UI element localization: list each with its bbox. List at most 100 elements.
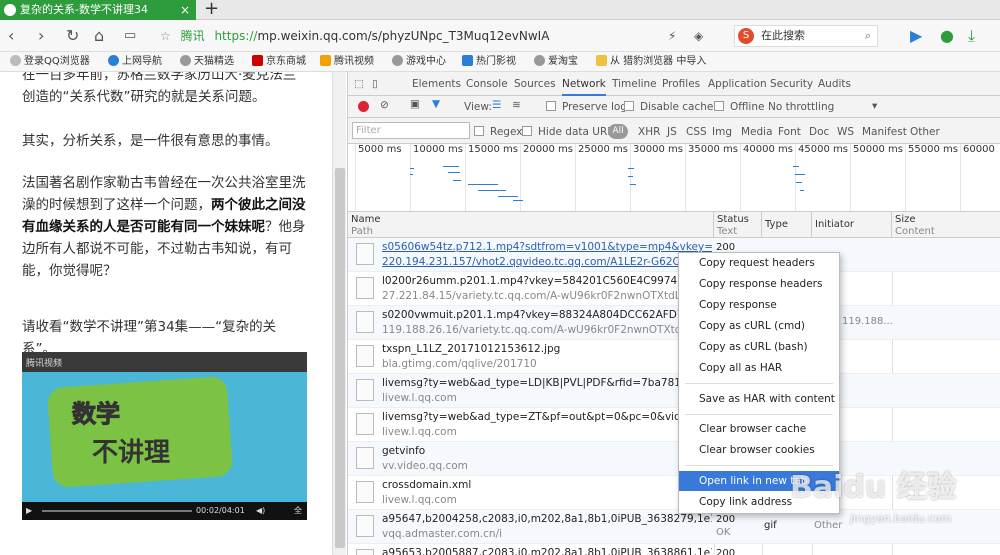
reload-icon[interactable]: ↻ xyxy=(66,26,79,45)
lightning-icon[interactable]: ⚡ xyxy=(668,29,676,43)
search-box[interactable]: S 在此搜索 ⌕ xyxy=(734,25,878,47)
filter-all[interactable]: All xyxy=(608,124,628,139)
table-row[interactable]: livemsg?ty=web&ad_type=LD|KB|PVL|PDF&rfi… xyxy=(348,374,1000,408)
requests-list: s05606w54tz.p712.1.mp4?sdtfrom=v1001&typ… xyxy=(348,238,1000,555)
camera-icon[interactable]: ▣ xyxy=(410,98,420,110)
device-icon[interactable]: ▯ xyxy=(372,72,378,96)
filter-manifest[interactable]: Manifest xyxy=(862,126,907,138)
browser-tab[interactable]: 复杂的关系-数学不讲理34 × xyxy=(0,0,196,20)
new-tab-button[interactable]: + xyxy=(204,0,219,19)
table-row[interactable]: l0200r26umm.p201.1.mp4?vkey=584201C560E4… xyxy=(348,272,1000,306)
home-icon[interactable]: ⌂ xyxy=(94,26,104,45)
star-icon[interactable]: ☆ xyxy=(160,29,171,43)
filter-js[interactable]: JS xyxy=(667,126,677,138)
chevron-down-icon[interactable]: ▾ xyxy=(872,100,877,112)
filter-css[interactable]: CSS xyxy=(686,126,707,138)
column-name[interactable]: Name Path xyxy=(348,212,714,238)
article-paragraph-3: 法国著名剧作家勒古韦曾经在一次公共浴室里洗澡的时候想到了这样一个问题，两个彼此之… xyxy=(22,175,306,279)
fullscreen-button[interactable]: 全 xyxy=(294,502,302,520)
timeline-tick: 15000 ms xyxy=(465,144,518,211)
table-row[interactable]: s0200vwmuit.p201.1.mp4?vkey=88324A804DCC… xyxy=(348,306,1000,340)
clear-icon[interactable]: ⊘ xyxy=(380,99,389,111)
offline-checkbox[interactable] xyxy=(714,101,724,111)
tab-elements[interactable]: Elements xyxy=(412,72,461,96)
user-icon xyxy=(10,55,21,66)
file-icon xyxy=(356,481,374,503)
tab-network[interactable]: Network xyxy=(562,72,606,96)
table-row[interactable]: s05606w54tz.p712.1.mp4?sdtfrom=v1001&typ… xyxy=(348,238,1000,272)
record-icon[interactable] xyxy=(358,101,369,112)
bookmark-tencent-video[interactable]: 腾讯视频 xyxy=(320,52,374,72)
inspect-icon[interactable]: ⬚ xyxy=(354,72,364,96)
bookmark-qq-login[interactable]: 登录QQ浏览器 xyxy=(10,52,90,72)
bookmarks-icon[interactable]: ▭ xyxy=(124,28,136,43)
column-size[interactable]: Size Content xyxy=(892,212,1000,238)
filter-other[interactable]: Other xyxy=(910,126,940,138)
page-scrollbar[interactable] xyxy=(332,72,346,555)
chat-icon[interactable]: ● xyxy=(940,26,954,45)
progress-bar[interactable] xyxy=(42,510,192,512)
disable-cache-checkbox[interactable] xyxy=(624,101,634,111)
tab-sources[interactable]: Sources xyxy=(514,72,556,96)
video-player[interactable]: 腾讯视频 数学 不讲理 ▶ 00:02/04:01 ◀) 全 xyxy=(22,352,307,520)
tab-application[interactable]: Application xyxy=(708,72,767,96)
tab-timeline[interactable]: Timeline xyxy=(612,72,657,96)
menu-clear-cache[interactable]: Clear browser cache xyxy=(679,419,839,439)
timeline-tick: 10000 ms xyxy=(410,144,463,211)
bookmark-tmall[interactable]: 天猫精选 xyxy=(180,52,234,72)
menu-copy-response[interactable]: Copy response xyxy=(679,295,839,315)
filter-media[interactable]: Media xyxy=(741,126,773,138)
download-icon[interactable]: ⤓ xyxy=(968,26,975,46)
tab-audits[interactable]: Audits xyxy=(818,72,851,96)
filter-doc[interactable]: Doc xyxy=(809,126,829,138)
magnifier-icon[interactable]: ⌕ xyxy=(865,26,871,46)
filter-icon[interactable]: ▼ xyxy=(432,98,440,110)
tab-security[interactable]: Security xyxy=(770,72,813,96)
large-rows-icon[interactable]: ☰ xyxy=(492,99,501,111)
table-row[interactable]: a95653,b2005887,c2083,i0,m202,8a1,8b1,0i… xyxy=(348,544,1000,555)
wechat-icon xyxy=(4,4,16,16)
filter-font[interactable]: Font xyxy=(778,126,801,138)
close-tab-icon[interactable]: × xyxy=(180,0,190,20)
table-row[interactable]: txspn_L1LZ_20171012153612.jpg bla.gtimg.… xyxy=(348,340,1000,374)
url-field[interactable]: ☆ 腾讯 https://mp.weixin.qq.com/s/phyzUNpc… xyxy=(160,25,700,47)
requests-header: Name Path Status Text Type Initiator Size C… xyxy=(348,212,1000,238)
menu-clear-cookies[interactable]: Clear browser cookies xyxy=(679,440,839,460)
bookmark-navigation[interactable]: 上网导航 xyxy=(108,52,162,72)
filter-ws[interactable]: WS xyxy=(837,126,854,138)
preserve-log-checkbox[interactable] xyxy=(546,101,556,111)
bookmark-import[interactable]: 从 猎豹浏览器 中导入 xyxy=(596,52,706,72)
folder-icon xyxy=(596,55,607,66)
play-icon[interactable]: ▶ xyxy=(910,26,922,45)
forward-icon[interactable]: › xyxy=(38,26,44,45)
tab-console[interactable]: Console xyxy=(466,72,508,96)
hide-data-urls-checkbox[interactable] xyxy=(522,126,532,136)
bookmark-game-center[interactable]: 游戏中心 xyxy=(392,52,446,72)
column-status[interactable]: Status Text xyxy=(714,212,762,238)
overview-icon[interactable]: ≋ xyxy=(512,99,521,111)
play-icon[interactable]: ▶ xyxy=(26,502,32,520)
bookmark-jd[interactable]: 京东商城 xyxy=(252,52,306,72)
tab-title: 复杂的关系-数学不讲理34 xyxy=(20,3,148,16)
menu-copy-curl-bash[interactable]: Copy as cURL (bash) xyxy=(679,337,839,357)
filter-img[interactable]: Img xyxy=(712,126,732,138)
regex-checkbox[interactable] xyxy=(474,126,484,136)
bookmark-hot-movies[interactable]: 热门影视 xyxy=(462,52,516,72)
filter-xhr[interactable]: XHR xyxy=(638,126,660,138)
throttling-select[interactable]: No throttling xyxy=(768,101,834,113)
menu-copy-response-headers[interactable]: Copy response headers xyxy=(679,274,839,294)
back-icon[interactable]: ‹ xyxy=(8,26,14,45)
table-row[interactable]: livemsg?ty=web&ad_type=ZT&pf=out&pt=0&pc… xyxy=(348,408,1000,442)
menu-save-har[interactable]: Save as HAR with content xyxy=(679,389,839,409)
menu-copy-request-headers[interactable]: Copy request headers xyxy=(679,253,839,273)
bookmark-taobao[interactable]: 爱淘宝 xyxy=(534,52,578,72)
menu-copy-curl-cmd[interactable]: Copy as cURL (cmd) xyxy=(679,316,839,336)
volume-icon[interactable]: ◀) xyxy=(256,502,265,520)
shield-icon[interactable]: ◈ xyxy=(694,29,703,43)
column-type[interactable]: Type xyxy=(762,212,812,238)
tab-profiles[interactable]: Profiles xyxy=(662,72,700,96)
column-initiator[interactable]: Initiator xyxy=(812,212,892,238)
bookmarks-bar: 登录QQ浏览器 上网导航 天猫精选 京东商城 腾讯视频 游戏中心 热门影视 爱淘… xyxy=(0,52,1000,72)
menu-copy-all-har[interactable]: Copy all as HAR xyxy=(679,358,839,378)
filter-input[interactable]: Filter xyxy=(352,122,470,139)
